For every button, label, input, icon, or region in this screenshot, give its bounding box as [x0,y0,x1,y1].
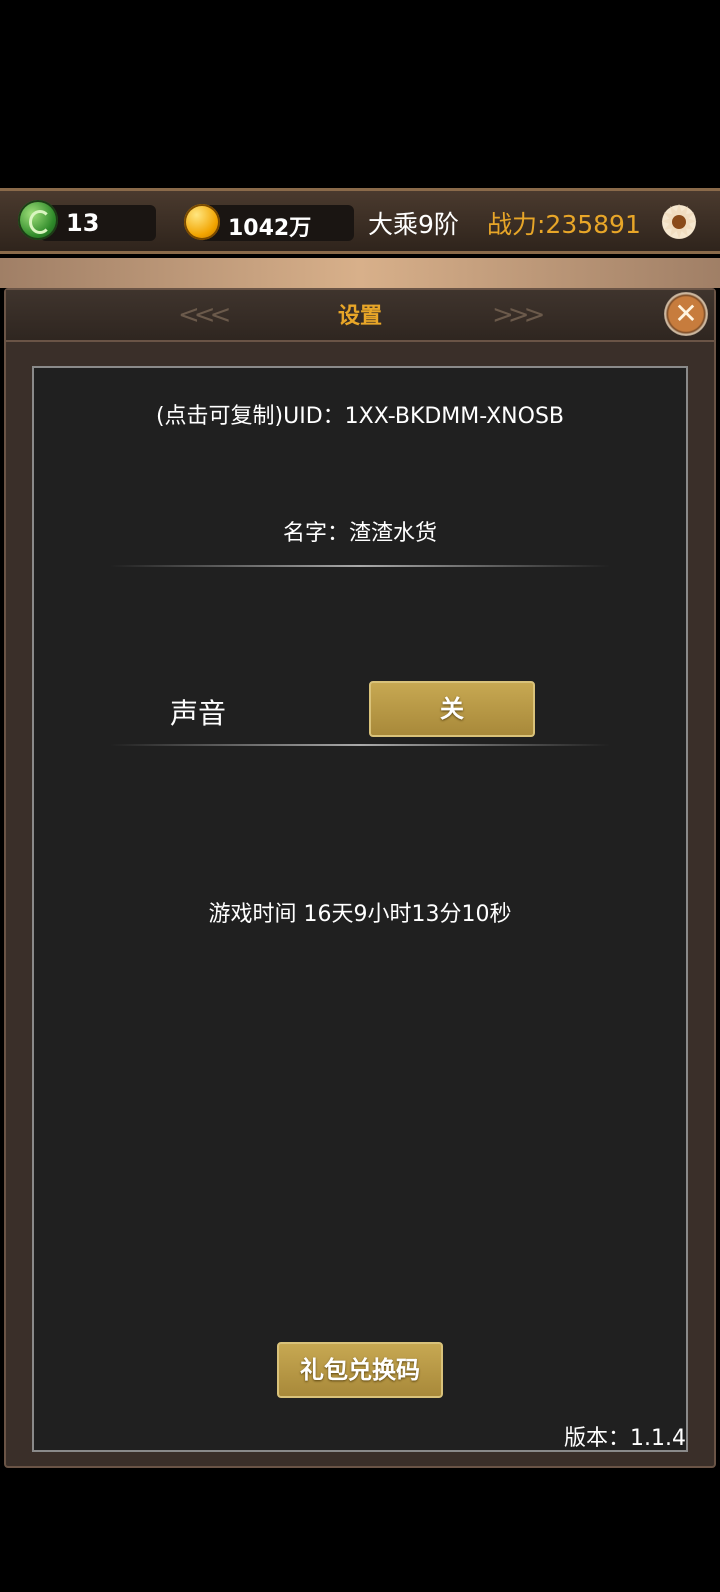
gold-amount: 1042万 [228,216,312,241]
combat-power: 战力:235891 [487,210,641,239]
dialog-title: 设置 [337,304,382,329]
uid-copy-text[interactable]: (点击可复制)UID：1XX-BKDMM-XNOSB [32,398,688,430]
version-label: 版本：1.1.4 [564,1426,686,1451]
gold-coin-icon [184,204,220,240]
divider [110,565,610,567]
divider [110,744,610,746]
cultivation-rank: 大乘9阶 [368,210,459,239]
sound-label: 声音 [170,697,227,730]
decorative-strip [0,258,720,288]
jade-currency-icon [18,200,58,240]
gift-code-button[interactable]: 礼包兑换码 [277,1342,443,1398]
play-time: 游戏时间 16天9小时13分10秒 [208,902,512,927]
settings-gear-icon[interactable] [658,195,700,249]
close-icon[interactable]: ✕ [664,292,708,336]
sound-toggle-button[interactable]: 关 [369,681,535,737]
jade-count: 13 [66,209,100,237]
player-name: 名字：渣渣水货 [282,521,437,546]
